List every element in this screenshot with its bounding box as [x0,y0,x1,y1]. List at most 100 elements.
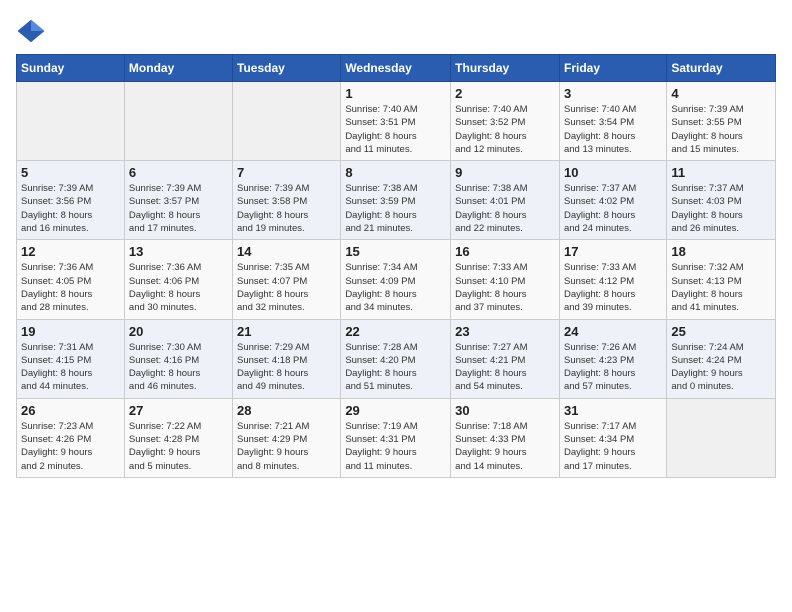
calendar-cell: 30 Sunrise: 7:18 AM Sunset: 4:33 PM Dayli… [451,398,560,477]
day-info: Sunrise: 7:29 AM Sunset: 4:18 PM Dayligh… [237,341,336,394]
day-number: 21 [237,324,336,339]
calendar-cell: 4Sunrise: 7:39 AM Sunset: 3:55 PM Daylig… [667,82,776,161]
day-number: 24 [564,324,662,339]
day-number: 20 [129,324,228,339]
day-number: 30 [455,403,555,418]
calendar-cell: 28 Sunrise: 7:21 AM Sunset: 4:29 PM Dayli… [233,398,341,477]
calendar-cell: 25Sunrise: 7:24 AM Sunset: 4:24 PM Dayli… [667,319,776,398]
day-info: Sunrise: 7:26 AM Sunset: 4:23 PM Dayligh… [564,341,662,394]
day-number: 14 [237,244,336,259]
week-row-5: 26 Sunrise: 7:23 AM Sunset: 4:26 PM Dayli… [17,398,776,477]
day-number: 27 [129,403,228,418]
day-info: Sunrise: 7:22 AM Sunset: 4:28 PM Dayligh… [129,420,228,473]
day-info: Sunrise: 7:18 AM Sunset: 4:33 PM Dayligh… [455,420,555,473]
calendar-cell [233,82,341,161]
day-number: 11 [671,165,771,180]
day-number: 23 [455,324,555,339]
day-number: 29 [345,403,446,418]
day-number: 5 [21,165,120,180]
day-number: 17 [564,244,662,259]
day-number: 7 [237,165,336,180]
day-header-thursday: Thursday [451,55,560,82]
day-number: 1 [345,86,446,101]
day-number: 13 [129,244,228,259]
calendar-cell: 19Sunrise: 7:31 AM Sunset: 4:15 PM Dayli… [17,319,125,398]
day-info: Sunrise: 7:27 AM Sunset: 4:21 PM Dayligh… [455,341,555,394]
calendar-cell: 10Sunrise: 7:37 AM Sunset: 4:02 PM Dayli… [559,161,666,240]
calendar-cell [124,82,232,161]
day-info: Sunrise: 7:39 AM Sunset: 3:56 PM Dayligh… [21,182,120,235]
calendar-cell: 7Sunrise: 7:39 AM Sunset: 3:58 PM Daylig… [233,161,341,240]
day-info: Sunrise: 7:28 AM Sunset: 4:20 PM Dayligh… [345,341,446,394]
calendar-cell [667,398,776,477]
day-info: Sunrise: 7:31 AM Sunset: 4:15 PM Dayligh… [21,341,120,394]
calendar-cell: 9 Sunrise: 7:38 AM Sunset: 4:01 PM Daylig… [451,161,560,240]
day-header-friday: Friday [559,55,666,82]
day-number: 28 [237,403,336,418]
day-header-monday: Monday [124,55,232,82]
day-header-sunday: Sunday [17,55,125,82]
calendar-cell: 14 Sunrise: 7:35 AM Sunset: 4:07 PM Dayli… [233,240,341,319]
day-number: 26 [21,403,120,418]
day-info: Sunrise: 7:39 AM Sunset: 3:55 PM Dayligh… [671,103,771,156]
day-info: Sunrise: 7:38 AM Sunset: 4:01 PM Dayligh… [455,182,555,235]
day-number: 15 [345,244,446,259]
day-info: Sunrise: 7:21 AM Sunset: 4:29 PM Dayligh… [237,420,336,473]
calendar-cell: 1 Sunrise: 7:40 AM Sunset: 3:51 PM Daylig… [341,82,451,161]
day-info: Sunrise: 7:40 AM Sunset: 3:52 PM Dayligh… [455,103,555,156]
calendar-cell: 29 Sunrise: 7:19 AM Sunset: 4:31 PM Dayli… [341,398,451,477]
calendar-cell: 17 Sunrise: 7:33 AM Sunset: 4:12 PM Dayli… [559,240,666,319]
day-number: 2 [455,86,555,101]
calendar-cell: 5 Sunrise: 7:39 AM Sunset: 3:56 PM Daylig… [17,161,125,240]
calendar-cell: 24 Sunrise: 7:26 AM Sunset: 4:23 PM Dayli… [559,319,666,398]
logo [16,16,50,46]
week-row-4: 19Sunrise: 7:31 AM Sunset: 4:15 PM Dayli… [17,319,776,398]
day-info: Sunrise: 7:37 AM Sunset: 4:03 PM Dayligh… [671,182,771,235]
logo-icon [16,16,46,46]
calendar-cell: 11 Sunrise: 7:37 AM Sunset: 4:03 PM Dayli… [667,161,776,240]
calendar-cell: 15 Sunrise: 7:34 AM Sunset: 4:09 PM Dayli… [341,240,451,319]
calendar-cell: 23 Sunrise: 7:27 AM Sunset: 4:21 PM Dayli… [451,319,560,398]
day-info: Sunrise: 7:24 AM Sunset: 4:24 PM Dayligh… [671,341,771,394]
day-info: Sunrise: 7:37 AM Sunset: 4:02 PM Dayligh… [564,182,662,235]
day-header-saturday: Saturday [667,55,776,82]
day-info: Sunrise: 7:33 AM Sunset: 4:10 PM Dayligh… [455,261,555,314]
day-number: 12 [21,244,120,259]
day-number: 31 [564,403,662,418]
week-row-1: 1 Sunrise: 7:40 AM Sunset: 3:51 PM Daylig… [17,82,776,161]
day-info: Sunrise: 7:19 AM Sunset: 4:31 PM Dayligh… [345,420,446,473]
calendar-cell: 27 Sunrise: 7:22 AM Sunset: 4:28 PM Dayli… [124,398,232,477]
calendar-cell [17,82,125,161]
calendar-cell: 18Sunrise: 7:32 AM Sunset: 4:13 PM Dayli… [667,240,776,319]
day-number: 8 [345,165,446,180]
day-number: 18 [671,244,771,259]
calendar-cell: 31Sunrise: 7:17 AM Sunset: 4:34 PM Dayli… [559,398,666,477]
day-number: 22 [345,324,446,339]
header-row: SundayMondayTuesdayWednesdayThursdayFrid… [17,55,776,82]
day-number: 3 [564,86,662,101]
day-number: 6 [129,165,228,180]
day-info: Sunrise: 7:39 AM Sunset: 3:57 PM Dayligh… [129,182,228,235]
calendar-cell: 6 Sunrise: 7:39 AM Sunset: 3:57 PM Daylig… [124,161,232,240]
calendar-cell: 8Sunrise: 7:38 AM Sunset: 3:59 PM Daylig… [341,161,451,240]
calendar-cell: 20 Sunrise: 7:30 AM Sunset: 4:16 PM Dayli… [124,319,232,398]
calendar-cell: 3Sunrise: 7:40 AM Sunset: 3:54 PM Daylig… [559,82,666,161]
day-info: Sunrise: 7:36 AM Sunset: 4:05 PM Dayligh… [21,261,120,314]
day-info: Sunrise: 7:40 AM Sunset: 3:51 PM Dayligh… [345,103,446,156]
day-info: Sunrise: 7:30 AM Sunset: 4:16 PM Dayligh… [129,341,228,394]
day-info: Sunrise: 7:33 AM Sunset: 4:12 PM Dayligh… [564,261,662,314]
day-info: Sunrise: 7:23 AM Sunset: 4:26 PM Dayligh… [21,420,120,473]
calendar-cell: 12 Sunrise: 7:36 AM Sunset: 4:05 PM Dayli… [17,240,125,319]
day-info: Sunrise: 7:35 AM Sunset: 4:07 PM Dayligh… [237,261,336,314]
week-row-3: 12 Sunrise: 7:36 AM Sunset: 4:05 PM Dayli… [17,240,776,319]
calendar-cell: 13 Sunrise: 7:36 AM Sunset: 4:06 PM Dayli… [124,240,232,319]
calendar: SundayMondayTuesdayWednesdayThursdayFrid… [16,54,776,478]
day-number: 9 [455,165,555,180]
day-info: Sunrise: 7:36 AM Sunset: 4:06 PM Dayligh… [129,261,228,314]
header [16,16,776,46]
day-info: Sunrise: 7:34 AM Sunset: 4:09 PM Dayligh… [345,261,446,314]
calendar-cell: 16Sunrise: 7:33 AM Sunset: 4:10 PM Dayli… [451,240,560,319]
week-row-2: 5 Sunrise: 7:39 AM Sunset: 3:56 PM Daylig… [17,161,776,240]
calendar-cell: 2 Sunrise: 7:40 AM Sunset: 3:52 PM Daylig… [451,82,560,161]
calendar-cell: 21 Sunrise: 7:29 AM Sunset: 4:18 PM Dayli… [233,319,341,398]
